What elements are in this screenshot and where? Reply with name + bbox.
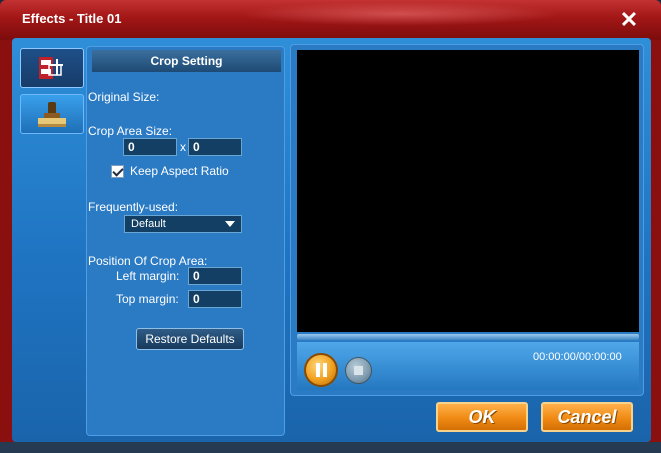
frequently-used-label: Frequently-used: — [88, 200, 179, 214]
keep-aspect-label: Keep Aspect Ratio — [130, 164, 229, 178]
crop-film-icon — [39, 57, 63, 79]
stamp-icon — [38, 102, 66, 127]
chevron-down-icon — [225, 221, 235, 227]
original-size-label: Original Size: — [88, 90, 160, 104]
keep-aspect-checkbox[interactable] — [111, 165, 124, 178]
crop-height-input[interactable]: 0 — [188, 138, 242, 156]
top-margin-label: Top margin: — [116, 292, 179, 306]
stop-button[interactable] — [345, 357, 372, 384]
left-margin-input[interactable]: 0 — [188, 267, 242, 285]
position-crop-area-label: Position Of Crop Area: — [88, 254, 208, 268]
taskbar-strip — [0, 442, 661, 453]
frequently-used-select[interactable]: Default — [124, 215, 242, 233]
crop-size-separator: x — [180, 140, 186, 154]
crop-area-size-label: Crop Area Size: — [88, 124, 173, 138]
pause-button[interactable] — [304, 353, 338, 387]
tab-watermark[interactable] — [20, 94, 84, 134]
close-button[interactable]: ✕ — [617, 8, 641, 32]
close-icon: ✕ — [619, 7, 639, 32]
effects-dialog: Effects - Title 01 ✕ Crop Setting Origin… — [0, 0, 661, 448]
cancel-button[interactable]: Cancel — [541, 402, 633, 432]
crop-settings-panel — [86, 46, 285, 436]
top-margin-input[interactable]: 0 — [188, 290, 242, 308]
panel-header: Crop Setting — [92, 50, 281, 72]
left-margin-label: Left margin: — [116, 269, 180, 283]
dialog-client-area: Crop Setting Original Size: Crop Area Si… — [12, 38, 651, 442]
video-preview — [297, 50, 639, 332]
tab-crop[interactable] — [20, 48, 84, 88]
ok-button[interactable]: OK — [436, 402, 528, 432]
window-title: Effects - Title 01 — [22, 11, 122, 26]
restore-defaults-button[interactable]: Restore Defaults — [136, 328, 244, 350]
title-bar[interactable]: Effects - Title 01 ✕ — [0, 0, 661, 40]
title-bar-gloss — [240, 2, 560, 26]
seek-bar[interactable] — [297, 334, 639, 340]
frequently-used-value: Default — [131, 218, 166, 230]
time-readout: 00:00:00/00:00:00 — [533, 351, 622, 363]
crop-width-input[interactable]: 0 — [123, 138, 177, 156]
